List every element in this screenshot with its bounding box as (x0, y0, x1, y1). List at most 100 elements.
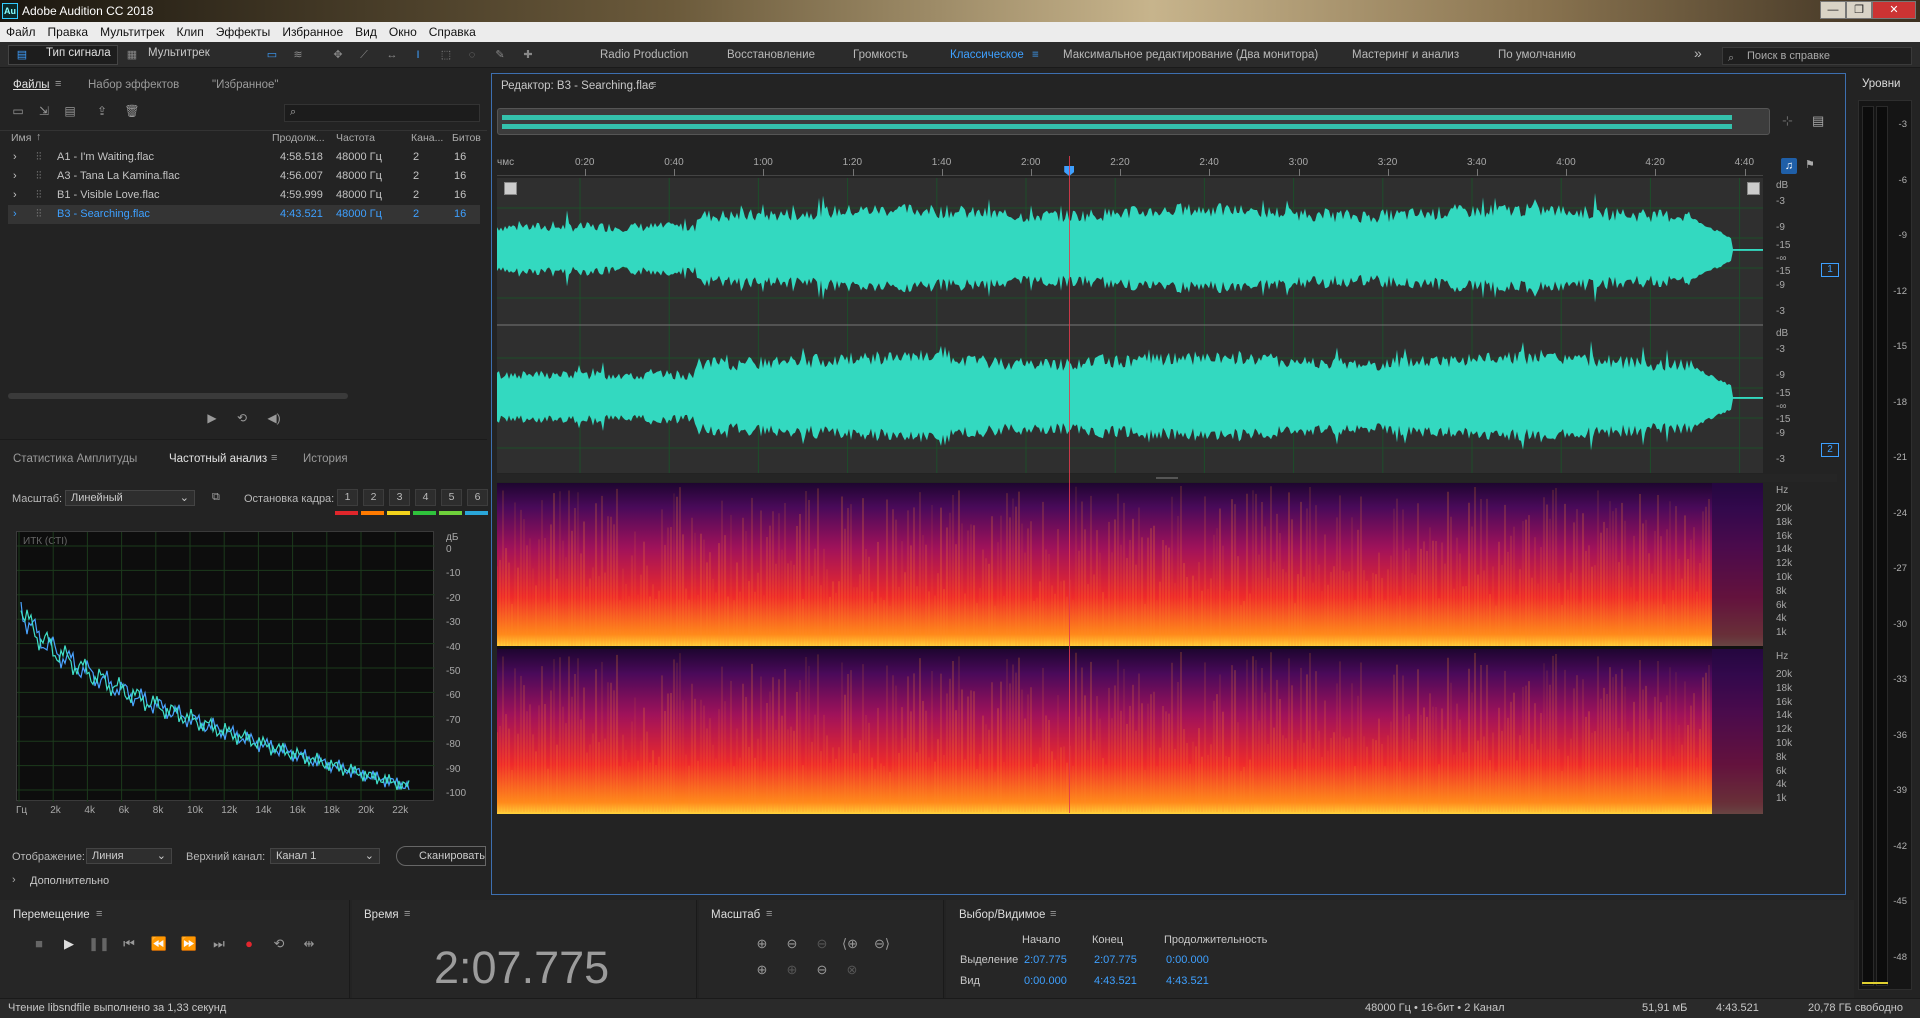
play-icon[interactable]: ▶ (58, 936, 80, 952)
rewind-icon[interactable]: ⏪ (148, 936, 170, 952)
tab-favorites[interactable]: "Избранное" (212, 79, 278, 91)
files-panel-menu-icon[interactable]: ≡ (55, 78, 61, 90)
pause-icon[interactable]: ❚❚ (88, 936, 110, 952)
freeze-slot-3[interactable]: 3 (389, 489, 410, 506)
selection-menu-icon[interactable]: ≡ (1050, 908, 1056, 920)
zoom-out-amplitude-icon[interactable]: ⊖ (781, 936, 803, 952)
zoom-out-time-icon[interactable]: ⊖ (811, 962, 833, 978)
file-row-selected[interactable]: › ⫶⫶ B3 - Searching.flac 4:43.521 48000 Гц 2… (8, 205, 480, 224)
tab-amplitude-stats[interactable]: Статистика Амплитуды (13, 453, 137, 465)
close-button[interactable]: ✕ (1872, 1, 1916, 19)
loop-preview-icon[interactable]: ⟲ (232, 411, 252, 428)
workspace-restoration[interactable]: Восстановление (727, 49, 815, 61)
tab-effects-rack[interactable]: Набор эффектов (88, 79, 179, 91)
file-row[interactable]: › ⫶⫶ B1 - Visible Love.flac 4:59.999 48000 … (8, 186, 480, 205)
lasso-tool-icon[interactable]: ◌ (464, 48, 480, 62)
col-rate[interactable]: Частота (336, 132, 375, 144)
view-duration-value[interactable]: 4:43.521 (1166, 975, 1209, 987)
channel-2-badge[interactable]: 2 (1821, 443, 1839, 457)
healing-tool-icon[interactable]: ✚ (520, 48, 536, 62)
transport-menu-icon[interactable]: ≡ (96, 908, 102, 920)
workspace-menu-icon[interactable]: ≡ (1032, 49, 1039, 61)
tab-frequency-analysis[interactable]: Частотный анализ (169, 453, 267, 465)
waveform-area[interactable] (497, 178, 1763, 473)
workspace-default[interactable]: По умолчанию (1498, 49, 1576, 61)
skip-selection-icon[interactable]: ⇹ (298, 936, 320, 952)
scan-button[interactable]: Сканировать (396, 846, 486, 866)
expand-icon[interactable]: › (13, 189, 17, 201)
zoom-in-time-icon[interactable]: ⊕ (751, 962, 773, 978)
view-end-value[interactable]: 4:43.521 (1094, 975, 1137, 987)
editor-menu-icon[interactable]: ≡ (650, 79, 656, 91)
display-dropdown[interactable]: Линия ⌄ (86, 848, 172, 864)
view-splitter[interactable] (497, 474, 1837, 482)
menu-help[interactable]: Справка (423, 22, 482, 42)
menu-view[interactable]: Вид (349, 22, 383, 42)
freeze-slot-6[interactable]: 6 (467, 489, 488, 506)
marquee-tool-icon[interactable]: ⬚ (438, 48, 454, 62)
overview-navigator[interactable] (497, 108, 1770, 135)
menu-clip[interactable]: Клип (171, 22, 210, 42)
file-row[interactable]: › ⫶⫶ A3 - Tana La Kamina.flac 4:56.007 4800… (8, 167, 480, 186)
add-marker-icon[interactable]: ⚑ (1805, 158, 1815, 171)
freeze-slot-5[interactable]: 5 (441, 489, 462, 506)
stop-icon[interactable]: ■ (28, 936, 50, 951)
col-duration[interactable]: Продолж... (272, 132, 325, 144)
record-icon[interactable]: ● (238, 936, 260, 951)
move-tool-icon[interactable]: ✥ (330, 48, 346, 62)
zoom-in-amplitude-icon[interactable]: ⊕ (751, 936, 773, 952)
menu-file[interactable]: Файл (0, 22, 42, 42)
col-bits[interactable]: Битов (452, 132, 481, 144)
fast-forward-icon[interactable]: ⏩ (178, 936, 200, 952)
workspace-mastering[interactable]: Мастеринг и анализ (1352, 49, 1459, 61)
menu-window[interactable]: Окно (383, 22, 423, 42)
zoom-selection-icon[interactable]: ⊕ (781, 962, 803, 978)
zoom-overview-icon[interactable]: ⊹ (1782, 113, 1793, 129)
delete-file-icon[interactable]: 🗑 (122, 104, 142, 121)
zoom-in-point-icon[interactable]: ⟨⊕ (839, 936, 861, 952)
overview-options-icon[interactable]: ▤ (1812, 113, 1824, 129)
channel-1-badge[interactable]: 1 (1821, 263, 1839, 277)
selection-end-value[interactable]: 2:07.775 (1094, 954, 1137, 966)
waveform-display-icon[interactable]: ▭ (264, 48, 280, 62)
selection-start-value[interactable]: 2:07.775 (1024, 954, 1067, 966)
workspace-classic[interactable]: Классическое (950, 49, 1024, 61)
lock-playhead-icon[interactable]: ♫ (1781, 158, 1797, 174)
loop-playback-icon[interactable]: ⟲ (268, 936, 290, 952)
workspace-loudness[interactable]: Громкость (853, 49, 908, 61)
time-selection-tool-icon[interactable]: I (410, 48, 426, 62)
freeze-slot-1[interactable]: 1 (337, 489, 358, 506)
snapshot-icon[interactable]: ⧉ (212, 491, 220, 504)
more-workspaces-icon[interactable]: » (1694, 45, 1702, 61)
workspace-max-edit[interactable]: Максимальное редактирование (Два монитор… (1063, 49, 1318, 61)
time-ruler[interactable]: чмс 0:20 0:40 1:00 1:20 1:40 2:00 2:20 2:40 3:00… (497, 154, 1763, 176)
fade-in-handle-icon[interactable] (504, 182, 517, 195)
expand-icon[interactable]: › (13, 208, 17, 220)
help-search-input[interactable]: Поиск в справке (1722, 47, 1912, 65)
zoom-out-full-icon[interactable]: ⊖ (811, 936, 833, 952)
menu-edit[interactable]: Правка (42, 22, 95, 42)
go-to-start-icon[interactable]: ⏮ (118, 936, 140, 952)
go-to-end-icon[interactable]: ⏭ (208, 936, 230, 952)
razor-tool-icon[interactable]: ⟋ (356, 48, 372, 62)
expand-icon[interactable]: › (13, 170, 17, 182)
play-preview-icon[interactable]: ▶ (202, 411, 222, 428)
menu-effects[interactable]: Эффекты (210, 22, 277, 42)
col-channels[interactable]: Кана... (411, 132, 443, 144)
zoom-menu-icon[interactable]: ≡ (766, 908, 772, 920)
expand-icon[interactable]: › (13, 151, 17, 163)
menu-multitrack[interactable]: Мультитрек (94, 22, 170, 42)
multitrack-view-button[interactable]: Мультитрек (148, 47, 210, 59)
insert-multitrack-icon[interactable]: ⇪ (92, 104, 112, 121)
selection-duration-value[interactable]: 0:00.000 (1166, 954, 1209, 966)
scale-dropdown[interactable]: Линейный ⌄ (65, 490, 195, 506)
files-scrollbar[interactable] (8, 393, 348, 399)
tab-files[interactable]: Файлы (13, 79, 50, 91)
menu-favorites[interactable]: Избранное (276, 22, 349, 42)
file-row[interactable]: › ⫶⫶ A1 - I'm Waiting.flac 4:58.518 48000 Г… (8, 148, 480, 167)
freeze-slot-2[interactable]: 2 (363, 489, 384, 506)
col-name[interactable]: Имя (11, 132, 31, 144)
view-start-value[interactable]: 0:00.000 (1024, 975, 1067, 987)
files-search-input[interactable] (284, 104, 480, 122)
fade-out-handle-icon[interactable] (1747, 182, 1760, 195)
